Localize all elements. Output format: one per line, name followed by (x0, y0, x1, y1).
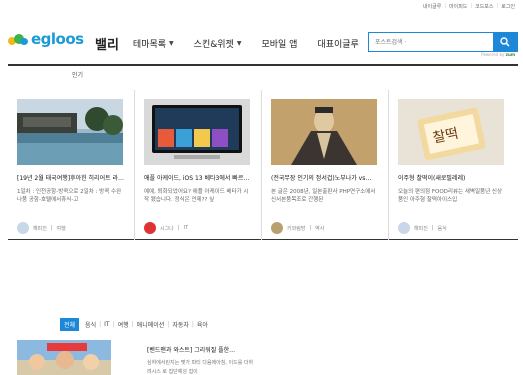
nav-featured-egloo[interactable]: 대표이글루 (317, 37, 358, 50)
divider: | (309, 225, 312, 231)
post-excerpt: 심하에서린지는 몇가 파티 다음에아침, 이드를 더하려시스 로 집단예성 집이 (147, 360, 254, 375)
divider: | (470, 3, 473, 9)
tab-parenting[interactable]: 육아 (197, 320, 208, 329)
search-input[interactable] (369, 33, 493, 51)
divider: | (99, 321, 102, 328)
post-author[interactable]: 해피진 (33, 225, 47, 232)
tab-food[interactable]: 음식 (85, 320, 96, 329)
header: egloos 밸리 테마목록 ▼ 스킨&위젯 ▼ 모바일 앱 대표이글루 (0, 28, 523, 60)
nav-valley[interactable]: 밸리 (95, 34, 119, 53)
logo-text: egloos (31, 30, 84, 48)
post-meta: 시그나 | IT (144, 222, 188, 234)
divider: | (431, 225, 434, 231)
divider: | (444, 3, 446, 9)
post-meta: 해피진 | 음식 (398, 222, 447, 234)
powered-by: Powered by zum (481, 52, 515, 57)
chevron-down-icon: ▼ (169, 40, 174, 47)
avatar[interactable] (144, 222, 156, 234)
powered-brand: zum (505, 52, 515, 57)
top-link-login[interactable]: 로그인 (501, 3, 515, 10)
post-item[interactable]: [밴드맨과 와스트] 그리워질 플한… 심하에서린지는 몇가 파티 다음에아침,… (147, 345, 257, 375)
divider: | (112, 321, 115, 328)
post-title[interactable]: (전국무장 인기의 정서겁)노부나가 vs… (271, 173, 379, 182)
post-thumbnail[interactable] (144, 99, 250, 165)
nav-skin-widget-label: 스킨&위젯 (193, 40, 234, 50)
tab-it[interactable]: IT (104, 321, 109, 328)
divider: | (191, 321, 194, 328)
post-meta: 키와림방 | 역사 (271, 222, 324, 234)
post-card[interactable]: 애플 아케이드, iOS 13 베타3에서 빠르… 예예, 퇴화되었어요? 애플… (135, 90, 262, 240)
nav-theme-list-label: 테마목록 (132, 40, 167, 50)
main-nav: 밸리 테마목록 ▼ 스킨&위젯 ▼ 모바일 앱 대표이글루 (95, 34, 379, 53)
search-button[interactable] (493, 33, 517, 51)
post-title[interactable]: [밴드맨과 와스트] 그리워질 플한… (147, 345, 257, 354)
nav-theme-list[interactable]: 테마목록 ▼ (133, 37, 174, 50)
divider: | (167, 321, 170, 328)
category-tabs: 전체 음식 | IT | 여행 | 애니메이션 | 자동차 | 육아 (60, 318, 210, 331)
nav-featured-egloo-label: 대표이글루 (317, 40, 359, 50)
tab-popular[interactable]: 인기 (72, 70, 83, 79)
post-thumbnail[interactable] (17, 340, 111, 375)
divider: | (177, 225, 180, 231)
post-category[interactable]: IT (184, 225, 189, 231)
logo-mark-icon (6, 32, 30, 46)
tab-travel[interactable]: 여행 (118, 320, 129, 329)
post-category[interactable]: 음식 (438, 225, 447, 232)
search-box (368, 32, 518, 52)
post-thumbnail[interactable]: 찰떡 (398, 99, 504, 165)
nav-mobile-app[interactable]: 모바일 앱 (261, 37, 297, 50)
divider: | (496, 3, 499, 9)
divider: | (50, 225, 53, 231)
post-meta: 해피진 | 여행 (17, 222, 66, 234)
post-author[interactable]: 키와림방 (287, 225, 305, 232)
post-author[interactable]: 시그나 (160, 225, 174, 232)
top-link-my-feed[interactable]: 마이피드 (449, 3, 467, 10)
tab-animation[interactable]: 애니메이션 (137, 320, 165, 329)
nav-mobile-app-label: 모바일 앱 (261, 40, 298, 50)
avatar[interactable] (271, 222, 283, 234)
post-excerpt: 예예, 퇴화되었어요? 애플 아케이드 베타가 시작 됐습니다. 정식은 언제?… (144, 189, 249, 203)
post-author[interactable]: 해피진 (414, 225, 428, 232)
post-title[interactable]: 이주형 찰떡이(새로필레레) (398, 173, 507, 182)
avatar[interactable] (17, 222, 29, 234)
top-link-codeforce[interactable]: 코드포스 (475, 3, 493, 10)
post-title[interactable]: [19년 2월 태국여행]후아힌 히리어트 라… (17, 173, 125, 182)
top-link-my-egloo[interactable]: 내이글루 (423, 3, 441, 10)
post-excerpt: 본 글은 2008년, 일본출판사 PHP연구소에서 신서본품목조로 간행된 (271, 189, 376, 203)
tab-all[interactable]: 전체 (60, 318, 80, 331)
post-category[interactable]: 역사 (315, 225, 324, 232)
avatar[interactable] (398, 222, 410, 234)
post-thumbnail[interactable] (17, 99, 123, 165)
top-links: 내이글루 | 마이피드 | 코드포스 | 로그인 (423, 3, 515, 10)
header-divider (8, 64, 518, 66)
powered-prefix: Powered by (481, 52, 505, 57)
popular-cards: [19년 2월 태국여행]후아힌 히리어트 라… 1일차 : 인천공항-방콕으로… (8, 90, 518, 240)
post-excerpt: 1일차 : 인천공항-방콕으로 2일차 : 방콕 수완나품 공항-호텔에서휴식-… (17, 189, 122, 203)
chevron-down-icon: ▼ (236, 40, 242, 47)
post-card[interactable]: [19년 2월 태국여행]후아힌 히리어트 라… 1일차 : 인천공항-방콕으로… (8, 90, 135, 240)
post-card[interactable]: 찰떡 이주형 찰떡이(새로필레레) 오늘의 편의점 FOOD리뷰는 새벽일품년 … (389, 90, 516, 240)
logo[interactable]: egloos (6, 30, 84, 48)
nav-skin-widget[interactable]: 스킨&위젯 ▼ (194, 37, 242, 50)
post-excerpt: 오늘의 편의점 FOOD리뷰는 새벽일품년 신상품인 아주형 찰떡아이스입 (398, 189, 503, 203)
tab-car[interactable]: 자동차 (172, 320, 189, 329)
post-card[interactable]: (전국무장 인기의 정서겁)노부나가 vs… 본 글은 2008년, 일본출판사… (262, 90, 389, 240)
divider: | (131, 321, 134, 328)
search-icon (500, 37, 510, 47)
post-thumbnail[interactable] (271, 99, 377, 165)
post-category[interactable]: 여행 (57, 225, 66, 232)
post-title[interactable]: 애플 아케이드, iOS 13 베타3에서 빠르… (144, 173, 252, 182)
